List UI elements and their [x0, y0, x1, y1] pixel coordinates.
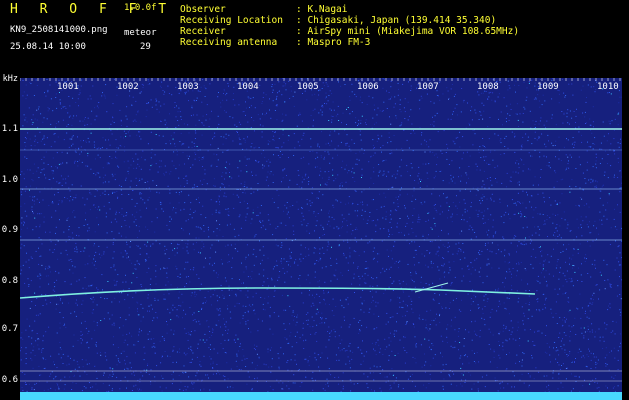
count: 29 — [140, 42, 151, 52]
y-tick-0-8: 0.8 — [1, 276, 18, 286]
y-tick-0-7: 0.7 — [1, 324, 18, 334]
x-tick-1003: 1003 — [177, 82, 199, 92]
header-panel: H R O F F T 1.0.0f KN9_2508141000.png me… — [0, 0, 629, 78]
y-tick-1-1: 1.1 — [1, 124, 18, 134]
filename: KN9_2508141000.png — [10, 25, 108, 35]
spectrogram-plot — [20, 78, 622, 400]
tone-lines — [20, 128, 622, 382]
carrier-trace — [20, 287, 536, 299]
noise-layer — [20, 78, 622, 400]
x-tick-1010: 1010 — [597, 82, 619, 92]
datetime: 25.08.14 10:00 — [10, 42, 86, 52]
x-tick-1009: 1009 — [537, 82, 559, 92]
info-label-antenna: Receiving antenna — [180, 37, 278, 48]
top-tick-marks — [20, 78, 621, 81]
info-value-antenna: : Maspro FM-3 — [296, 37, 371, 48]
info-value-receiver: : AirSpy mini (Miakejima VOR 108.65MHz) — [296, 26, 520, 37]
x-tick-1004: 1004 — [237, 82, 259, 92]
x-tick-1002: 1002 — [117, 82, 139, 92]
app-version: 1.0.0f — [124, 3, 157, 13]
y-axis: kHz 1.1 1.0 0.9 0.8 0.7 0.6 — [0, 74, 20, 400]
y-tick-0-6: 0.6 — [1, 375, 18, 385]
x-tick-1006: 1006 — [357, 82, 379, 92]
info-label-observer: Observer — [180, 4, 226, 15]
info-value-location: : Chigasaki, Japan (139.414 35.340) — [296, 15, 497, 26]
spectrogram-canvas — [20, 78, 622, 400]
y-tick-1-0: 1.0 — [1, 175, 18, 185]
x-tick-1005: 1005 — [297, 82, 319, 92]
x-tick-1007: 1007 — [417, 82, 439, 92]
y-tick-0-9: 0.9 — [1, 225, 18, 235]
info-label-location: Receiving Location — [180, 15, 283, 26]
x-tick-1001: 1001 — [57, 82, 79, 92]
y-axis-unit: kHz — [2, 74, 18, 84]
bottom-band — [20, 392, 622, 400]
info-value-observer: : K.Nagai — [296, 4, 348, 15]
site-code: meteor — [124, 28, 157, 38]
right-border — [622, 78, 629, 400]
info-label-receiver: Receiver — [180, 26, 226, 37]
x-tick-1008: 1008 — [477, 82, 499, 92]
